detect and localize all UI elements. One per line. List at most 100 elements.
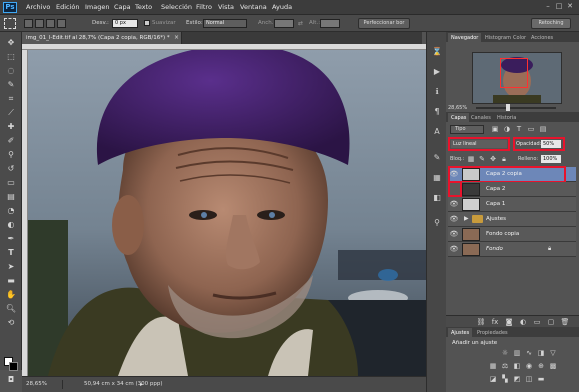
marquee-tool-icon[interactable] (4, 18, 16, 29)
channel-mixer-icon[interactable]: ⊕ (536, 361, 546, 371)
quick-select-tool-icon[interactable]: ✎ (4, 79, 18, 91)
menu-archivo[interactable]: Archivo (26, 3, 50, 11)
new-selection-icon[interactable] (24, 19, 33, 28)
marquee-tool-icon[interactable]: ⬚ (4, 51, 18, 63)
color-balance-icon[interactable]: ⚖ (500, 361, 510, 371)
visibility-eye-icon[interactable]: 👁︎ (449, 214, 459, 225)
gradient-tool-icon[interactable]: ▤ (4, 191, 18, 203)
eraser-tool-icon[interactable]: ▭ (4, 177, 18, 189)
new-adjustment-icon[interactable]: ◐ (518, 317, 528, 327)
filter-pixel-icon[interactable]: ▣ (490, 124, 500, 134)
curves-icon[interactable]: ∿ (524, 348, 534, 358)
status-menu-arrow-icon[interactable]: ▸ (140, 381, 143, 388)
dodge-tool-icon[interactable]: ◐ (4, 219, 18, 231)
lock-all-icon[interactable]: 🔒︎ (499, 154, 509, 164)
layer-style-icon[interactable]: fx (490, 317, 500, 327)
refine-edge-button[interactable]: Perfeccionar bor (358, 18, 410, 29)
new-layer-icon[interactable]: ▢ (546, 317, 556, 327)
layer-row[interactable]: 👁︎ ▶ Ajustes (448, 212, 576, 227)
lock-pixels-icon[interactable]: ✎ (477, 154, 487, 164)
clone-stamp-icon[interactable]: ⚲ (4, 149, 18, 161)
style-select[interactable]: Normal (203, 19, 247, 28)
styles-icon[interactable]: ◧ (431, 192, 443, 204)
menu-ayuda[interactable]: Ayuda (272, 3, 292, 11)
fill-input[interactable]: 100% (541, 155, 561, 163)
eyedropper-tool-icon[interactable]: ⟋ (4, 107, 18, 119)
move-tool-icon[interactable]: ✥ (4, 37, 18, 49)
pen-tool-icon[interactable]: ✒ (4, 233, 18, 245)
workspace-button[interactable]: Retoching (531, 18, 571, 29)
tab-ajustes[interactable]: Ajustes (448, 328, 473, 337)
lock-transparent-icon[interactable]: ▦ (466, 154, 476, 164)
levels-icon[interactable]: ▥ (512, 348, 522, 358)
close-tab-icon[interactable]: × (174, 34, 179, 41)
tab-canales[interactable]: Canales (468, 113, 494, 122)
tab-propiedades[interactable]: Propiedades (474, 328, 511, 337)
blur-tool-icon[interactable]: ◔ (4, 205, 18, 217)
black-white-icon[interactable]: ◧ (512, 361, 522, 371)
height-input[interactable] (320, 19, 340, 28)
subtract-selection-icon[interactable] (46, 19, 55, 28)
brush-tool-icon[interactable]: ✐ (4, 135, 18, 147)
link-layers-icon[interactable]: ⛓ (476, 317, 486, 327)
lock-position-icon[interactable]: ✥ (488, 154, 498, 164)
filter-adjust-icon[interactable]: ◑ (502, 124, 512, 134)
width-input[interactable] (274, 19, 294, 28)
visibility-eye-icon[interactable]: 👁︎ (449, 199, 459, 210)
feather-input[interactable]: 0 px (112, 19, 138, 28)
zoom-level[interactable]: 28,65% (26, 381, 47, 387)
menu-texto[interactable]: Texto (135, 3, 152, 11)
zoom-tool-icon[interactable]: 🔍︎ (4, 303, 18, 315)
filter-smart-icon[interactable]: ▤ (538, 124, 548, 134)
visibility-eye-icon[interactable]: 👁︎ (449, 229, 459, 240)
background-color-swatch[interactable] (9, 362, 18, 371)
paragraph-icon[interactable]: ¶ (431, 106, 443, 118)
visibility-eye-icon[interactable]: 👁︎ (449, 244, 459, 255)
maximize-icon[interactable]: □ (554, 2, 564, 11)
menu-seleccion[interactable]: Selección (161, 3, 192, 11)
add-mask-icon[interactable]: ◙ (504, 317, 514, 327)
layer-filter-select[interactable]: Tipo (450, 125, 484, 134)
layer-row[interactable]: 👁︎ Capa 2 (448, 182, 576, 197)
antialias-checkbox[interactable] (144, 20, 150, 26)
healing-brush-icon[interactable]: ✚ (4, 121, 18, 133)
history-brush-icon[interactable]: ↺ (4, 163, 18, 175)
layer-row[interactable]: 👁︎ Fondo 🔒︎ (448, 242, 576, 257)
tab-capas[interactable]: Capas (448, 113, 470, 122)
delete-layer-icon[interactable]: 🗑︎ (560, 317, 570, 327)
info-icon[interactable]: ℹ (431, 86, 443, 98)
tab-acciones[interactable]: Acciones (528, 33, 556, 42)
group-expand-icon[interactable]: ▶ (464, 215, 469, 222)
navigator-zoom[interactable]: 28,65% (448, 105, 467, 111)
exposure-icon[interactable]: ◨ (536, 348, 546, 358)
gradient-map-icon[interactable]: ▬ (536, 374, 546, 384)
layer-row[interactable]: 👁︎ Capa 1 (448, 197, 576, 212)
path-select-icon[interactable]: ➤ (4, 261, 18, 273)
crop-tool-icon[interactable]: ⌗ (4, 93, 18, 105)
tab-historia[interactable]: Historia (494, 113, 519, 122)
document-canvas[interactable] (28, 50, 426, 376)
tab-navegador[interactable]: Navegador (448, 33, 482, 42)
menu-vista[interactable]: Vista (218, 3, 234, 11)
rotate-view-icon[interactable]: ⟲ (4, 317, 18, 329)
selective-color-icon[interactable]: ◫ (524, 374, 534, 384)
brush-presets-icon[interactable]: ✎ (431, 152, 443, 164)
invert-icon[interactable]: ◪ (488, 374, 498, 384)
history-icon[interactable]: ⌛ (431, 46, 443, 58)
minimize-icon[interactable]: – (543, 2, 553, 11)
intersect-selection-icon[interactable] (57, 19, 66, 28)
add-selection-icon[interactable] (35, 19, 44, 28)
vibrance-icon[interactable]: ▽ (548, 348, 558, 358)
actions-icon[interactable]: ▶ (431, 66, 443, 78)
quick-mask-icon[interactable]: ◘ (4, 374, 18, 386)
posterize-icon[interactable]: ▚ (500, 374, 510, 384)
menu-capa[interactable]: Capa (114, 3, 131, 11)
document-tab[interactable]: img_01_l-Edit.tif al 28,7% (Capa 2 copia… (22, 32, 182, 44)
hand-tool-icon[interactable]: ✋ (4, 289, 18, 301)
menu-ventana[interactable]: Ventana (240, 3, 267, 11)
swatches-icon[interactable]: ▦ (431, 172, 443, 184)
filter-type-icon[interactable]: T (514, 124, 524, 134)
shape-tool-icon[interactable]: ▬ (4, 275, 18, 287)
layer-row[interactable]: 👁︎ Fondo copia (448, 227, 576, 242)
threshold-icon[interactable]: ◩ (512, 374, 522, 384)
